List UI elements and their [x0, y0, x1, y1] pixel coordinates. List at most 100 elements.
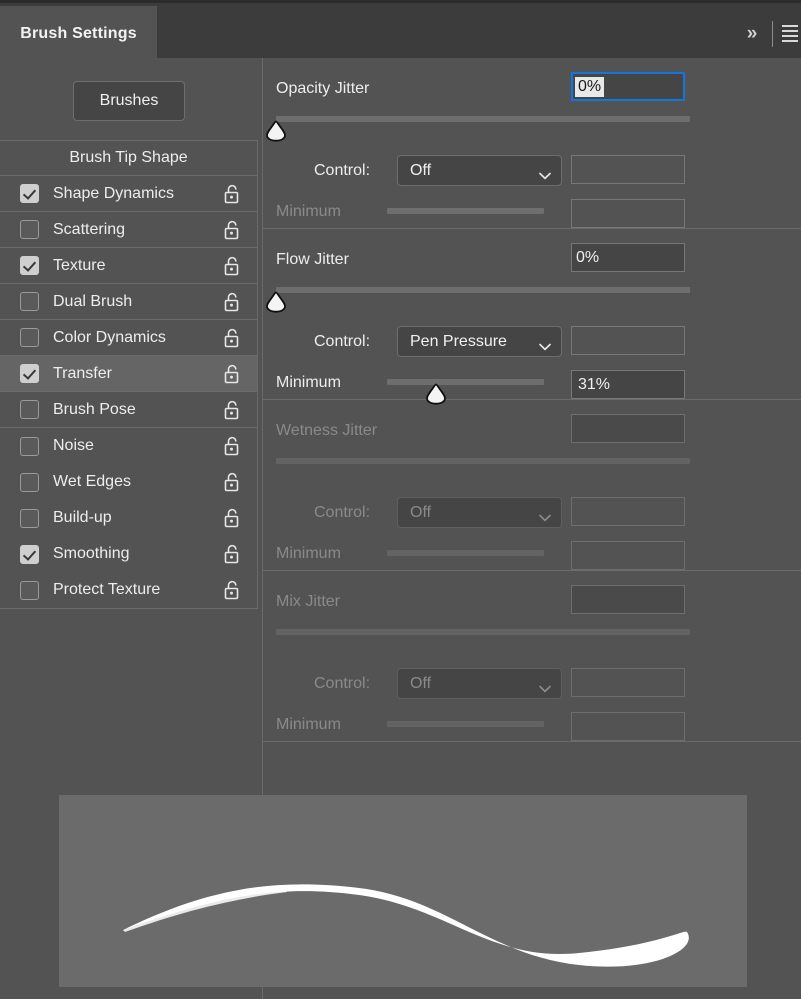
sidebar-item-wet-edges[interactable]: Wet Edges	[0, 464, 257, 500]
checkbox-brush-pose[interactable]	[20, 400, 39, 419]
wetness-jitter-control-select[interactable]: Off	[397, 497, 562, 528]
sidebar-item-brush-pose[interactable]: Brush Pose	[0, 392, 257, 428]
mix-jitter-minimum-slider-track[interactable]	[387, 721, 544, 727]
mix-jitter-control-value: Off	[410, 674, 432, 692]
unlocked-padlock-icon[interactable]	[223, 472, 240, 492]
unlocked-padlock-icon[interactable]	[223, 544, 240, 564]
mix-jitter-control-extra-input[interactable]	[571, 668, 685, 697]
mix-jitter-value-input[interactable]	[571, 585, 685, 614]
mix-jitter-minimum-input[interactable]	[571, 712, 685, 741]
tab-brush-settings[interactable]: Brush Settings	[0, 6, 157, 61]
sidebar-item-label: Brush Pose	[53, 400, 136, 418]
opacity-jitter-minimum-input[interactable]	[571, 199, 685, 228]
checkbox-build-up[interactable]	[20, 508, 39, 528]
brush-settings-panel: Brush Settings » Brushes Brush Tip Shape…	[0, 0, 801, 999]
checkbox-smoothing[interactable]	[20, 544, 39, 564]
section-opacity-jitter: Opacity Jitter 0% Control: Off Minimum	[263, 58, 801, 229]
unlocked-padlock-icon[interactable]	[223, 508, 240, 528]
sidebar-item-label: Smoothing	[53, 545, 130, 562]
flow-jitter-minimum-value: 31%	[578, 375, 611, 393]
opacity-jitter-label: Opacity Jitter	[276, 80, 370, 97]
sidebar-item-label: Scattering	[53, 220, 126, 238]
sidebar-item-protect-texture[interactable]: Protect Texture	[0, 572, 257, 608]
mix-jitter-control-label: Control:	[314, 675, 371, 692]
sidebar-item-build-up[interactable]: Build-up	[0, 500, 257, 536]
mix-jitter-label: Mix Jitter	[276, 593, 340, 610]
flow-jitter-slider-track[interactable]	[276, 287, 690, 293]
sidebar-item-color-dynamics[interactable]: Color Dynamics	[0, 320, 257, 356]
chevron-down-icon	[539, 338, 551, 350]
sidebar-item-label: Dual Brush	[53, 292, 133, 310]
brush-stroke-preview	[59, 795, 747, 987]
unlocked-padlock-icon[interactable]	[223, 364, 240, 383]
checkbox-dual-brush[interactable]	[20, 292, 39, 311]
mix-jitter-slider-track[interactable]	[276, 629, 690, 635]
panel-titlebar: Brush Settings »	[0, 0, 801, 61]
wetness-jitter-control-extra-input[interactable]	[571, 497, 685, 526]
unlocked-padlock-icon[interactable]	[223, 400, 240, 419]
checkbox-wet-edges[interactable]	[20, 472, 39, 492]
checkbox-scattering[interactable]	[20, 220, 39, 239]
unlocked-padlock-icon[interactable]	[223, 256, 240, 275]
opacity-jitter-control-select[interactable]: Off	[397, 155, 562, 186]
section-wetness-jitter: Wetness Jitter Control: Off Minimum	[263, 400, 801, 571]
opacity-jitter-value-input[interactable]: 0%	[571, 72, 685, 101]
wetness-jitter-minimum-input[interactable]	[571, 541, 685, 570]
brush-tip-shape-label: Brush Tip Shape	[69, 149, 188, 166]
sidebar-item-label: Protect Texture	[53, 581, 161, 598]
opacity-jitter-minimum-slider-track[interactable]	[387, 208, 544, 214]
flow-jitter-minimum-input[interactable]: 31%	[571, 370, 685, 399]
sidebar-item-label: Noise	[53, 437, 94, 454]
flow-jitter-value-input[interactable]: 0%	[571, 243, 685, 272]
checkbox-protect-texture[interactable]	[20, 580, 39, 600]
sidebar-item-label: Transfer	[53, 364, 112, 382]
checkbox-shape-dynamics[interactable]	[20, 184, 39, 203]
brushes-button[interactable]: Brushes	[73, 81, 185, 121]
unlocked-padlock-icon[interactable]	[223, 292, 240, 311]
chevron-down-icon	[539, 680, 551, 692]
sidebar-item-smoothing[interactable]: Smoothing	[0, 536, 257, 572]
sidebar-item-shape-dynamics[interactable]: Shape Dynamics	[0, 176, 257, 212]
hamburger-menu-icon[interactable]	[782, 6, 800, 61]
wetness-jitter-value-input[interactable]	[571, 414, 685, 443]
checkbox-noise[interactable]	[20, 436, 39, 456]
opacity-jitter-slider-track[interactable]	[276, 116, 690, 122]
sidebar-item-label: Build-up	[53, 509, 112, 526]
wetness-jitter-label: Wetness Jitter	[276, 422, 378, 439]
flow-jitter-minimum-label: Minimum	[276, 374, 341, 391]
unlocked-padlock-icon[interactable]	[223, 220, 240, 239]
double-chevron-right-icon[interactable]: »	[734, 6, 768, 61]
sidebar-item-noise[interactable]: Noise	[0, 428, 257, 464]
unlocked-padlock-icon[interactable]	[223, 580, 240, 600]
checkbox-color-dynamics[interactable]	[20, 328, 39, 347]
opacity-jitter-minimum-label: Minimum	[276, 203, 341, 220]
sidebar-item-texture[interactable]: Texture	[0, 248, 257, 284]
sidebar-item-transfer[interactable]: Transfer	[0, 356, 257, 392]
flow-jitter-control-label: Control:	[314, 333, 371, 350]
flow-jitter-label: Flow Jitter	[276, 251, 349, 268]
mix-jitter-control-select[interactable]: Off	[397, 668, 562, 699]
wetness-jitter-slider-track[interactable]	[276, 458, 690, 464]
unlocked-padlock-icon[interactable]	[223, 184, 240, 203]
flow-jitter-slider-handle[interactable]	[264, 291, 288, 313]
section-flow-jitter: Flow Jitter 0% Control: Pen Pressure Minimum…	[263, 229, 801, 405]
flow-jitter-minimum-slider-track[interactable]	[387, 379, 544, 385]
sidebar-item-dual-brush[interactable]: Dual Brush	[0, 284, 257, 320]
opacity-jitter-control-extra-input[interactable]	[571, 155, 685, 184]
opacity-jitter-slider-handle[interactable]	[264, 120, 288, 142]
sidebar-item-label: Color Dynamics	[53, 328, 166, 346]
unlocked-padlock-icon[interactable]	[223, 436, 240, 456]
brush-stroke-path	[123, 884, 689, 967]
flow-jitter-control-extra-input[interactable]	[571, 326, 685, 355]
wetness-jitter-minimum-slider-track[interactable]	[387, 550, 544, 556]
wetness-jitter-control-label: Control:	[314, 504, 371, 521]
chevron-down-icon	[539, 509, 551, 521]
checkbox-transfer[interactable]	[20, 364, 39, 383]
sidebar-item-scattering[interactable]: Scattering	[0, 212, 257, 248]
section-mix-jitter: Mix Jitter Control: Off Minimum	[263, 571, 801, 742]
wetness-jitter-minimum-label: Minimum	[276, 545, 341, 562]
unlocked-padlock-icon[interactable]	[223, 328, 240, 347]
checkbox-texture[interactable]	[20, 256, 39, 275]
flow-jitter-control-select[interactable]: Pen Pressure	[397, 326, 562, 357]
sidebar-item-brush-tip-shape[interactable]: Brush Tip Shape	[0, 141, 257, 176]
